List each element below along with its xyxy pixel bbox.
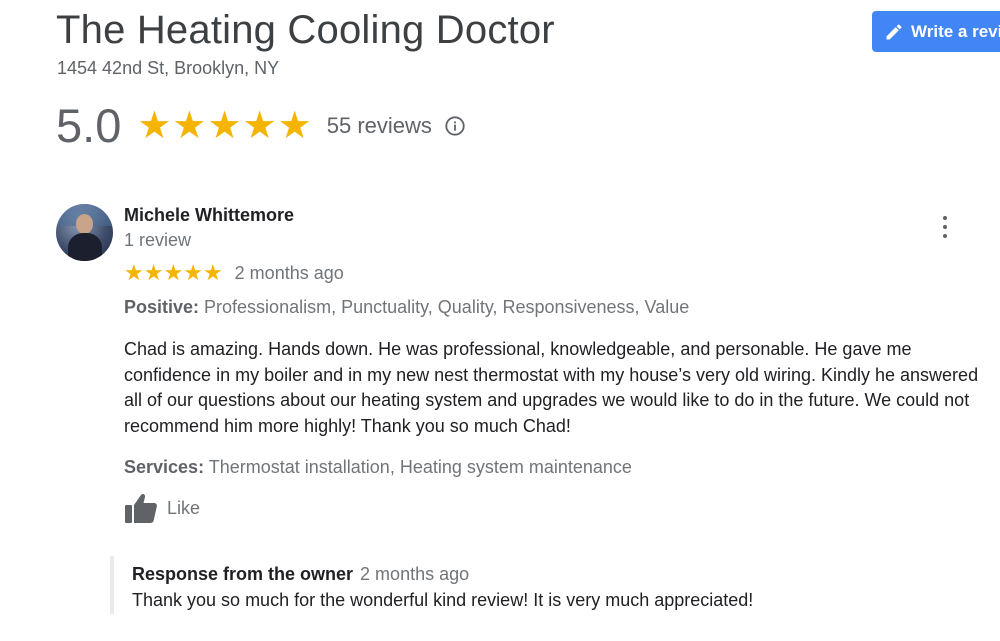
more-options-icon[interactable]	[936, 214, 954, 240]
write-review-button[interactable]: Write a revi	[872, 11, 1000, 52]
positive-attributes: Positive: Professionalism, Punctuality, …	[124, 297, 689, 318]
star-icon: ★	[137, 105, 172, 147]
review-page: The Heating Cooling Doctor 1454 42nd St,…	[0, 0, 1000, 641]
like-button[interactable]: Like	[124, 492, 200, 524]
positive-value: Professionalism, Punctuality, Quality, R…	[199, 297, 690, 317]
services-value: Thermostat installation, Heating system …	[204, 457, 632, 477]
reviewer-name[interactable]: Michele Whittemore	[124, 205, 294, 226]
star-icon: ★	[207, 105, 242, 147]
review-meta: ★ ★ ★ ★ ★ 2 months ago	[124, 261, 344, 285]
pencil-icon	[886, 23, 902, 39]
review-time: 2 months ago	[234, 262, 344, 283]
thumbs-up-icon	[125, 493, 157, 523]
services-label: Services:	[124, 457, 205, 477]
reviewer-review-count: 1 review	[124, 230, 192, 250]
review-stars: ★ ★ ★ ★ ★	[124, 261, 223, 285]
owner-response-label: Response from the owner	[132, 564, 354, 584]
business-name: The Heating Cooling Doctor	[56, 8, 555, 52]
star-icon: ★	[277, 105, 312, 147]
star-icon: ★	[202, 260, 223, 285]
star-icon: ★	[172, 105, 207, 147]
review-count-link[interactable]: 55 reviews	[327, 113, 432, 139]
rating-summary: 5.0 ★ ★ ★ ★ ★ 55 reviews	[56, 98, 466, 154]
info-icon[interactable]	[444, 115, 466, 137]
star-icon: ★	[242, 105, 277, 147]
star-icon: ★	[183, 260, 203, 285]
average-rating: 5.0	[56, 99, 122, 152]
like-label: Like	[167, 497, 201, 518]
star-icon: ★	[124, 260, 144, 285]
star-icon: ★	[143, 260, 164, 285]
owner-response-time: 2 months ago	[360, 564, 470, 584]
review-text: Chad is amazing. Hands down. He was prof…	[124, 339, 979, 436]
positive-label: Positive:	[124, 297, 200, 317]
star-icon: ★	[163, 260, 184, 285]
rating-stars: ★ ★ ★ ★ ★	[137, 106, 312, 146]
business-address: 1454 42nd St, Brooklyn, NY	[57, 58, 280, 78]
owner-response: Response from the owner 2 months ago Tha…	[110, 556, 810, 614]
reviewer-avatar[interactable]	[56, 204, 113, 261]
owner-response-text: Thank you so much for the wonderful kind…	[132, 590, 754, 610]
write-review-label: Write a revi	[911, 21, 1000, 41]
services-attributes: Services: Thermostat installation, Heati…	[124, 457, 632, 478]
